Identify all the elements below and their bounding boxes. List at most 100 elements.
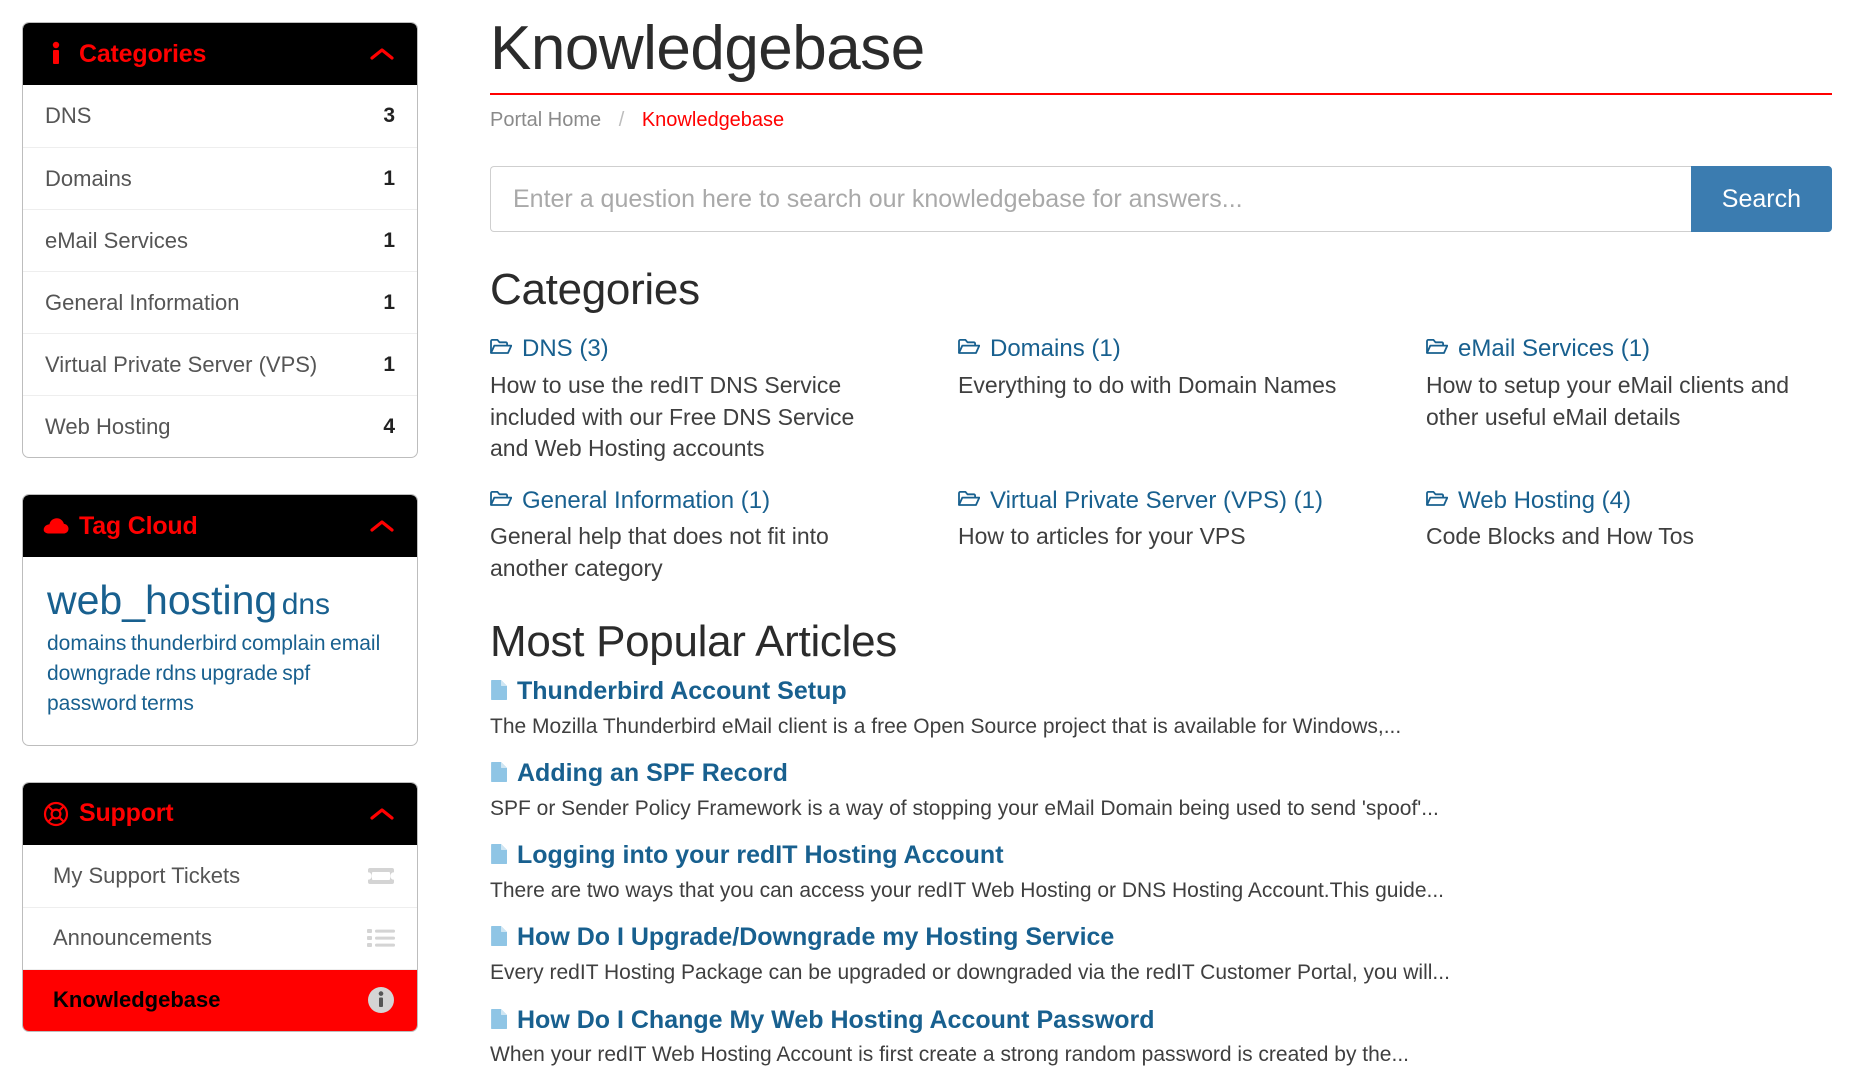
tag-password[interactable]: password — [47, 692, 137, 715]
article-title: Logging into your redIT Hosting Account — [517, 841, 1004, 870]
folder-open-icon — [958, 490, 980, 508]
article-link-adding-an-spf-record[interactable]: Adding an SPF Record — [490, 759, 1832, 788]
article-item: Logging into your redIT Hosting Account … — [490, 841, 1832, 905]
sidebar: Categories DNS 3 Domains 1 eMail Service… — [0, 0, 440, 1068]
chevron-up-icon[interactable] — [369, 513, 395, 539]
life-ring-icon — [43, 801, 69, 827]
search-button[interactable]: Search — [1690, 166, 1832, 233]
article-title: Adding an SPF Record — [517, 759, 788, 788]
sidebar-category-email-services[interactable]: eMail Services 1 — [23, 209, 417, 271]
file-icon — [490, 925, 508, 947]
sidebar-item-announcements[interactable]: Announcements — [23, 906, 417, 969]
article-link-how-do-i-upgrade-downgrade-my-hosting-service[interactable]: How Do I Upgrade/Downgrade my Hosting Se… — [490, 923, 1832, 952]
sidebar-category-web-hosting[interactable]: Web Hosting 4 — [23, 395, 417, 457]
breadcrumb-portal-home[interactable]: Portal Home — [490, 109, 601, 131]
category-link-label: General Information (1) — [522, 486, 771, 514]
support-item-label: My Support Tickets — [53, 862, 241, 888]
sidebar-category-domains[interactable]: Domains 1 — [23, 147, 417, 209]
page-title: Knowledgebase — [490, 14, 925, 83]
tag-domains[interactable]: domains — [47, 632, 126, 655]
sidebar-item-knowledgebase[interactable]: Knowledgebase — [23, 968, 417, 1031]
category-link[interactable]: Web Hosting (4) — [1426, 487, 1832, 516]
category-link[interactable]: DNS (3) — [490, 335, 896, 364]
support-panel: Support My Support Tickets Announcements… — [22, 781, 418, 1032]
tag-cloud-list: web_hosting dns domains thunderbird comp… — [23, 557, 417, 745]
tag-spf[interactable]: spf — [282, 662, 310, 685]
tag-complain[interactable]: complain — [242, 632, 326, 655]
article-item: Adding an SPF Record SPF or Sender Polic… — [490, 759, 1832, 823]
sidebar-category-general-information[interactable]: General Information 1 — [23, 271, 417, 333]
sidebar-item-my-support-tickets[interactable]: My Support Tickets — [23, 845, 417, 907]
support-item-label: Knowledgebase — [53, 987, 221, 1013]
tag-terms[interactable]: terms — [141, 692, 194, 715]
main-content: Knowledgebase Portal Home / Knowledgebas… — [440, 0, 1872, 1072]
folder-open-icon — [1426, 490, 1448, 508]
sidebar-category-dns[interactable]: DNS 3 — [23, 85, 417, 147]
article-snippet: Every redIT Hosting Package can be upgra… — [490, 961, 1450, 985]
category-link[interactable]: eMail Services (1) — [1426, 335, 1832, 364]
category-count: 4 — [383, 414, 395, 438]
category-count: 3 — [383, 104, 395, 127]
tag-thunderbird[interactable]: thunderbird — [131, 632, 237, 655]
breadcrumb-current[interactable]: Knowledgebase — [642, 109, 784, 131]
categories-grid: DNS (3) How to use the redIT DNS Service… — [490, 327, 1832, 584]
article-snippet: When your redIT Web Hosting Account is f… — [490, 1043, 1409, 1067]
knowledgebase-page: Categories DNS 3 Domains 1 eMail Service… — [0, 0, 1872, 1072]
categories-panel: Categories DNS 3 Domains 1 eMail Service… — [22, 22, 418, 458]
category-link-label: eMail Services (1) — [1458, 335, 1651, 363]
tag-downgrade[interactable]: downgrade — [47, 662, 151, 685]
tag-cloud-panel: Tag Cloud web_hosting dns domains thunde… — [22, 494, 418, 746]
category-label: eMail Services — [45, 227, 189, 253]
article-link-thunderbird-account-setup[interactable]: Thunderbird Account Setup — [490, 677, 1832, 706]
tag-web-hosting[interactable]: web_hosting — [47, 577, 277, 623]
file-icon — [490, 761, 508, 783]
article-title: How Do I Upgrade/Downgrade my Hosting Se… — [517, 923, 1115, 952]
breadcrumb: Portal Home / Knowledgebase — [490, 109, 1832, 132]
breadcrumb-separator: / — [618, 109, 625, 132]
categories-panel-title: Categories — [79, 39, 207, 68]
popular-articles-list: Thunderbird Account Setup The Mozilla Th… — [490, 677, 1832, 1069]
category-link-label: Domains (1) — [990, 335, 1121, 363]
chevron-up-icon[interactable] — [369, 41, 395, 67]
article-snippet: The Mozilla Thunderbird eMail client is … — [490, 714, 1402, 738]
folder-open-icon — [490, 490, 512, 508]
folder-open-icon — [490, 338, 512, 356]
category-link-label: Virtual Private Server (VPS) (1) — [990, 486, 1323, 514]
category-link[interactable]: Domains (1) — [958, 335, 1364, 364]
category-card-vps: Virtual Private Server (VPS) (1) How to … — [958, 479, 1364, 585]
article-item: Thunderbird Account Setup The Mozilla Th… — [490, 677, 1832, 741]
title-divider — [490, 93, 1832, 96]
category-card-web-hosting: Web Hosting (4) Code Blocks and How Tos — [1426, 479, 1832, 585]
category-description: Code Blocks and How Tos — [1426, 523, 1695, 550]
category-description: General help that does not fit into anot… — [490, 523, 829, 581]
category-link-label: Web Hosting (4) — [1458, 486, 1631, 514]
support-panel-header[interactable]: Support — [23, 782, 417, 845]
file-icon — [490, 1008, 508, 1030]
article-title: How Do I Change My Web Hosting Account P… — [517, 1005, 1155, 1034]
tag-email[interactable]: email — [330, 632, 380, 655]
tag-dns[interactable]: dns — [282, 588, 330, 621]
ticket-icon — [367, 866, 395, 886]
tag-cloud-panel-header[interactable]: Tag Cloud — [23, 495, 417, 557]
category-card-dns: DNS (3) How to use the redIT DNS Service… — [490, 327, 896, 464]
tag-rdns[interactable]: rdns — [155, 662, 196, 685]
categories-panel-header[interactable]: Categories — [23, 23, 417, 85]
category-link[interactable]: Virtual Private Server (VPS) (1) — [958, 487, 1364, 516]
file-icon — [490, 843, 508, 865]
search-input[interactable] — [490, 166, 1691, 233]
category-description: How to setup your eMail clients and othe… — [1426, 372, 1790, 430]
article-link-how-do-i-change-my-web-hosting-account-password[interactable]: How Do I Change My Web Hosting Account P… — [490, 1006, 1832, 1035]
folder-open-icon — [958, 338, 980, 356]
article-snippet: There are two ways that you can access y… — [490, 879, 1445, 903]
tag-upgrade[interactable]: upgrade — [201, 662, 278, 685]
info-icon — [43, 41, 69, 67]
article-link-logging-into-your-redit-hosting-account[interactable]: Logging into your redIT Hosting Account — [490, 841, 1832, 870]
sidebar-category-vps[interactable]: Virtual Private Server (VPS) 1 — [23, 333, 417, 395]
article-item: How Do I Upgrade/Downgrade my Hosting Se… — [490, 923, 1832, 987]
category-label: Domains — [45, 165, 132, 191]
category-count: 1 — [383, 228, 395, 252]
category-description: Everything to do with Domain Names — [958, 372, 1337, 399]
category-link[interactable]: General Information (1) — [490, 487, 896, 516]
category-card-general-information: General Information (1) General help tha… — [490, 479, 896, 585]
chevron-up-icon[interactable] — [369, 801, 395, 827]
